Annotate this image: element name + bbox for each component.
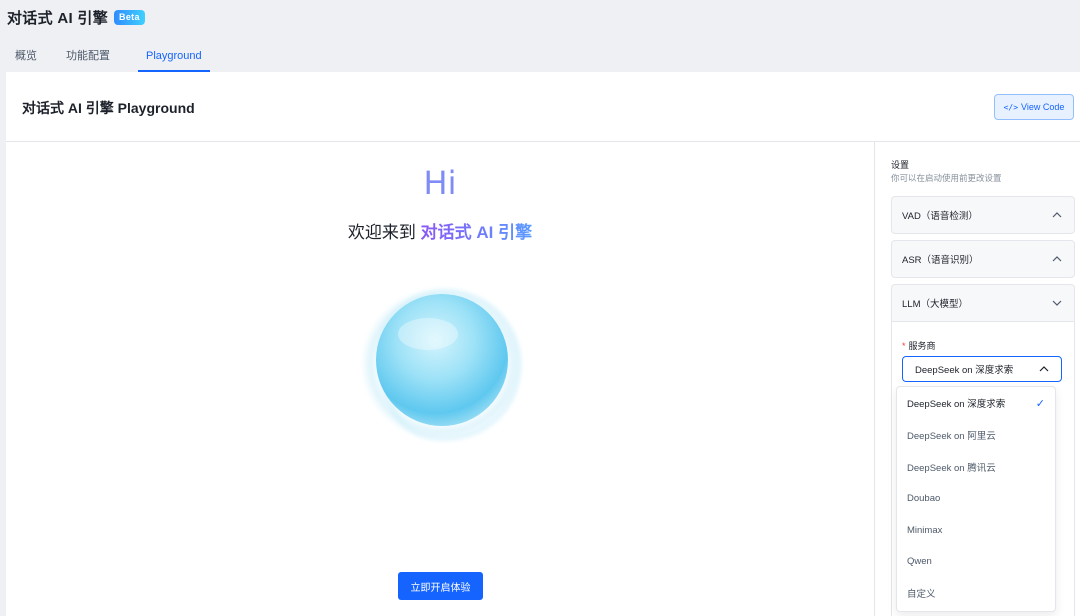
dropdown-option[interactable]: 自定义 — [897, 579, 1055, 607]
provider-select-value: DeepSeek on 深度求索 — [915, 365, 1014, 376]
provider-select[interactable]: DeepSeek on 深度求索 — [902, 356, 1062, 382]
top-bar: 对话式 AI 引擎 Beta 概览 功能配置 Playground — [0, 0, 1080, 72]
welcome-prefix: 欢迎来到 — [347, 223, 421, 242]
dropdown-option[interactable]: Minimax — [897, 516, 1055, 544]
dropdown-option[interactable]: DeepSeek on 深度求索 ✓ — [897, 389, 1055, 417]
accordion-asr[interactable]: ASR（语音识别） — [891, 240, 1075, 278]
conversation-stage: Hi 欢迎来到 对话式 AI 引擎 立即开启体验 — [6, 142, 874, 616]
dropdown-option[interactable]: Qwen — [897, 547, 1055, 575]
tab-playground[interactable]: Playground — [138, 44, 210, 72]
accordion-vad-label: VAD（语音检测） — [902, 211, 978, 222]
chevron-up-icon — [1050, 208, 1064, 222]
dropdown-option-label: DeepSeek on 腾讯云 — [907, 463, 996, 474]
view-code-button[interactable]: </> View Code — [994, 94, 1074, 120]
dropdown-option-label: Minimax — [907, 524, 943, 536]
check-icon: ✓ — [1035, 397, 1045, 410]
welcome-text: 欢迎来到 对话式 AI 引擎 — [6, 218, 874, 243]
chevron-down-icon — [1050, 296, 1064, 310]
greeting: Hi — [423, 164, 457, 202]
welcome-highlight: 对话式 AI 引擎 — [420, 223, 533, 242]
provider-label: * 服务商 — [902, 339, 936, 352]
dropdown-option-label: DeepSeek on 阿里云 — [907, 431, 996, 442]
provider-label-text: 服务商 — [908, 341, 936, 351]
tab-overview[interactable]: 概览 — [15, 44, 37, 72]
ai-orb-image — [358, 284, 526, 444]
accordion-llm-label: LLM（大模型） — [902, 299, 968, 310]
chevron-up-icon — [1050, 252, 1064, 266]
settings-title: 设置 — [891, 160, 910, 170]
panel-header: 对话式 AI 引擎 Playground </> View Code — [6, 72, 1080, 142]
tab-bar: 概览 功能配置 Playground — [0, 44, 210, 72]
accordion-asr-label: ASR（语音识别） — [902, 255, 979, 266]
code-icon: </> — [1003, 102, 1019, 112]
dropdown-option[interactable]: DeepSeek on 腾讯云 — [897, 453, 1055, 481]
dropdown-option-label: Doubao — [907, 492, 941, 504]
app-title: 对话式 AI 引擎 Beta — [7, 7, 145, 28]
app-title-text: 对话式 AI 引擎 — [7, 10, 109, 27]
accordion-llm[interactable]: LLM（大模型） — [891, 284, 1075, 322]
view-code-label: View Code — [1021, 102, 1065, 112]
dropdown-option[interactable]: DeepSeek on 阿里云 — [897, 421, 1055, 449]
dropdown-option-label: DeepSeek on 深度求索 — [907, 399, 1006, 410]
dropdown-option-label: 自定义 — [907, 589, 936, 600]
page-title: 对话式 AI 引擎 Playground — [22, 100, 195, 116]
dropdown-option[interactable]: Doubao — [897, 484, 1055, 512]
dropdown-option-label: Qwen — [907, 555, 932, 567]
start-experience-button[interactable]: 立即开启体验 — [398, 572, 483, 600]
beta-badge: Beta — [114, 10, 145, 25]
provider-dropdown: DeepSeek on 深度求索 ✓ DeepSeek on 阿里云 DeepS… — [896, 386, 1056, 612]
settings-subtitle: 你可以在启动使用前更改设置 — [891, 173, 1002, 183]
accordion-vad[interactable]: VAD（语音检测） — [891, 196, 1075, 234]
chevron-up-icon — [1039, 364, 1049, 375]
tab-feature-config[interactable]: 功能配置 — [66, 44, 110, 72]
required-mark: * — [902, 341, 906, 351]
